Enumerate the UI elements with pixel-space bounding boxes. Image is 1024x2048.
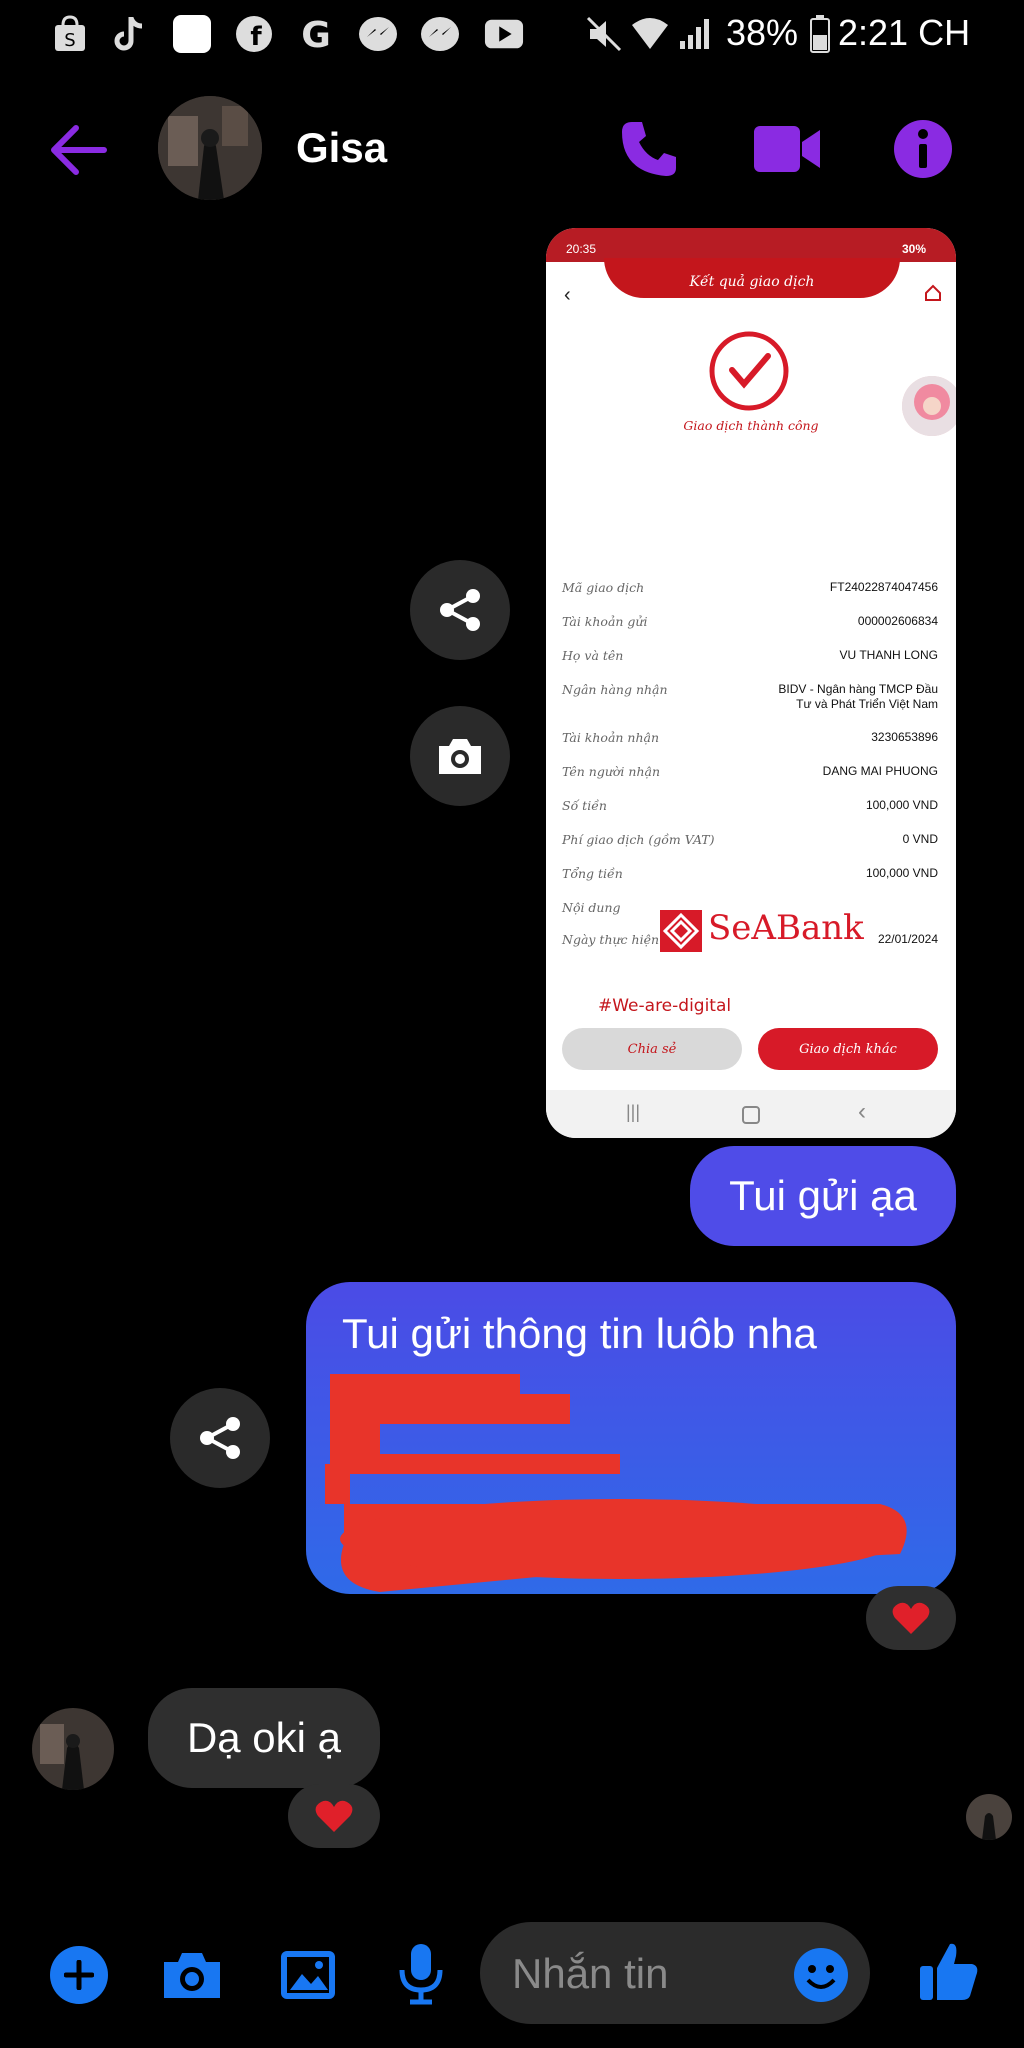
clock-time: 2:21 CH: [838, 12, 971, 53]
receipt-row-label: Ngân hàng nhận: [562, 682, 668, 697]
signal-icon: [676, 14, 716, 54]
recipient-avatar: [902, 376, 956, 436]
receipt-status-time: 20:35: [566, 242, 597, 256]
receipt-row: Tài khoản gửi 000002606834: [562, 614, 938, 636]
share-button[interactable]: [170, 1388, 270, 1488]
square-app-icon: [172, 14, 212, 54]
receipt-status-bar: [546, 228, 956, 262]
recent-apps-icon: |||: [626, 1102, 641, 1122]
svg-text:G: G: [301, 15, 331, 53]
receipt-nav-bar: ||| ‹: [546, 1090, 956, 1138]
receipt-row-label: Mã giao dịch: [562, 580, 645, 595]
receipt-row-value: DANG MAI PHUONG: [822, 764, 938, 778]
status-bar: S f G 38% 2:21 CH: [0, 0, 1024, 70]
save-photo-button[interactable]: [410, 706, 510, 806]
heart-reaction[interactable]: [288, 1784, 380, 1848]
receipt-status-battery: 30%: [901, 242, 926, 256]
gallery-icon[interactable]: [278, 1948, 338, 2002]
share-button[interactable]: [410, 560, 510, 660]
receipt-row-value: 0 VND: [902, 832, 938, 846]
receipt-row-value: FT24022874047456: [829, 580, 938, 594]
receipt-row: Tổng tiền 100,000 VND: [562, 866, 938, 888]
success-check-icon: [708, 330, 790, 412]
sent-message[interactable]: Tui gửi ạa: [690, 1146, 956, 1246]
home-nav-icon: [742, 1106, 760, 1124]
message-input-placeholder: Nhắn tin: [512, 1950, 669, 1997]
heart-reaction[interactable]: [866, 1586, 956, 1650]
receipt-title: Kết quả giao dịch: [689, 274, 815, 290]
svg-text:f: f: [250, 22, 262, 52]
contact-avatar[interactable]: [32, 1708, 114, 1790]
share-icon: [440, 589, 480, 631]
receipt-share-button: Chia sẻ: [562, 1028, 742, 1070]
receipt-row: Số tiền 100,000 VND: [562, 798, 938, 820]
sent-message-text: Tui gửi thông tin luôb nha: [342, 1310, 817, 1357]
receipt-row: Họ và tên VU THANH LONG: [562, 648, 938, 670]
info-icon[interactable]: [892, 118, 954, 180]
receipt-row-value: 22/01/2024: [877, 932, 938, 946]
messenger-icon: [420, 14, 460, 54]
receipt-row-label: Tài khoản gửi: [562, 614, 648, 629]
receipt-back-icon: ‹: [564, 284, 571, 306]
receipt-row-value: 100,000 VND: [865, 866, 938, 880]
plus-icon[interactable]: [50, 1946, 108, 2004]
receipt-home-icon: [924, 284, 942, 302]
like-icon[interactable]: [916, 1938, 982, 2004]
battery-icon: [800, 14, 840, 54]
received-message[interactable]: Dạ oki ạ: [148, 1688, 380, 1788]
google-icon: G: [296, 14, 336, 54]
wifi-icon: [630, 14, 670, 54]
svg-text:S: S: [64, 30, 75, 51]
heart-icon: [315, 1800, 353, 1832]
receipt-row: Tài khoản nhận 3230653896: [562, 730, 938, 752]
seabank-hashtag: #We-are-digital: [598, 996, 732, 1016]
receipt-row-label: Tổng tiền: [562, 866, 623, 881]
receipt-row-label: Nội dung: [562, 900, 621, 915]
back-nav-icon: ‹: [858, 1098, 866, 1125]
share-icon: [200, 1417, 240, 1459]
shopee-icon: S: [50, 14, 90, 54]
redaction-scribble: [320, 1364, 930, 1592]
facebook-icon: f: [234, 14, 274, 54]
tiktok-icon: [110, 14, 150, 54]
phone-icon[interactable]: [618, 118, 680, 180]
youtube-icon: [484, 14, 524, 54]
receipt-row-label: Ngày thực hiện: [562, 932, 660, 947]
receipt-row-value: VU THANH LONG: [839, 648, 938, 662]
receipt-row-label: Tên người nhận: [562, 764, 660, 779]
message-input[interactable]: Nhắn tin: [480, 1922, 870, 2024]
receipt-row-label: Tài khoản nhận: [562, 730, 660, 745]
microphone-icon[interactable]: [396, 1942, 446, 2006]
receipt-row-value: 000002606834: [857, 614, 938, 628]
receipt-row: Ngân hàng nhận BIDV - Ngân hàng TMCP Đầu …: [562, 682, 938, 722]
receipt-row-label: Phí giao dịch (gồm VAT): [562, 832, 715, 847]
seabank-logo-icon: [660, 910, 702, 952]
seen-avatar: [966, 1794, 1012, 1840]
heart-icon: [892, 1602, 930, 1634]
receipt-row-value: 3230653896: [871, 730, 938, 744]
emoji-icon[interactable]: [792, 1946, 850, 2004]
mute-icon: [584, 14, 624, 54]
contact-name[interactable]: Gisa: [296, 124, 387, 172]
receipt-other-button: Giao dịch khác: [758, 1028, 938, 1070]
back-arrow-icon[interactable]: [46, 120, 110, 180]
avatar[interactable]: [158, 96, 262, 200]
receipt-image[interactable]: 20:35 30% Kết quả giao dịch ‹ Giao dịch …: [546, 228, 956, 1138]
success-text: Giao dịch thành công: [683, 418, 819, 433]
receipt-row: Phí giao dịch (gồm VAT) 0 VND: [562, 832, 938, 854]
camera-icon: [439, 739, 481, 774]
sent-message-redacted[interactable]: Tui gửi thông tin luôb nha: [306, 1282, 956, 1594]
receipt-row-value: 100,000 VND: [865, 798, 938, 812]
receipt-row: Tên người nhận DANG MAI PHUONG: [562, 764, 938, 786]
video-call-icon[interactable]: [752, 122, 822, 176]
seabank-brand: SeABank: [708, 908, 864, 948]
battery-percent: 38%: [726, 12, 799, 53]
receipt-row-value: BIDV - Ngân hàng TMCP Đầu Tư và Phát Tri…: [778, 682, 938, 711]
camera-icon[interactable]: [160, 1948, 224, 2002]
messenger-icon: [358, 14, 398, 54]
receipt-row-label: Họ và tên: [562, 648, 624, 663]
receipt-row-label: Số tiền: [562, 798, 607, 813]
receipt-row: Mã giao dịch FT24022874047456: [562, 580, 938, 602]
